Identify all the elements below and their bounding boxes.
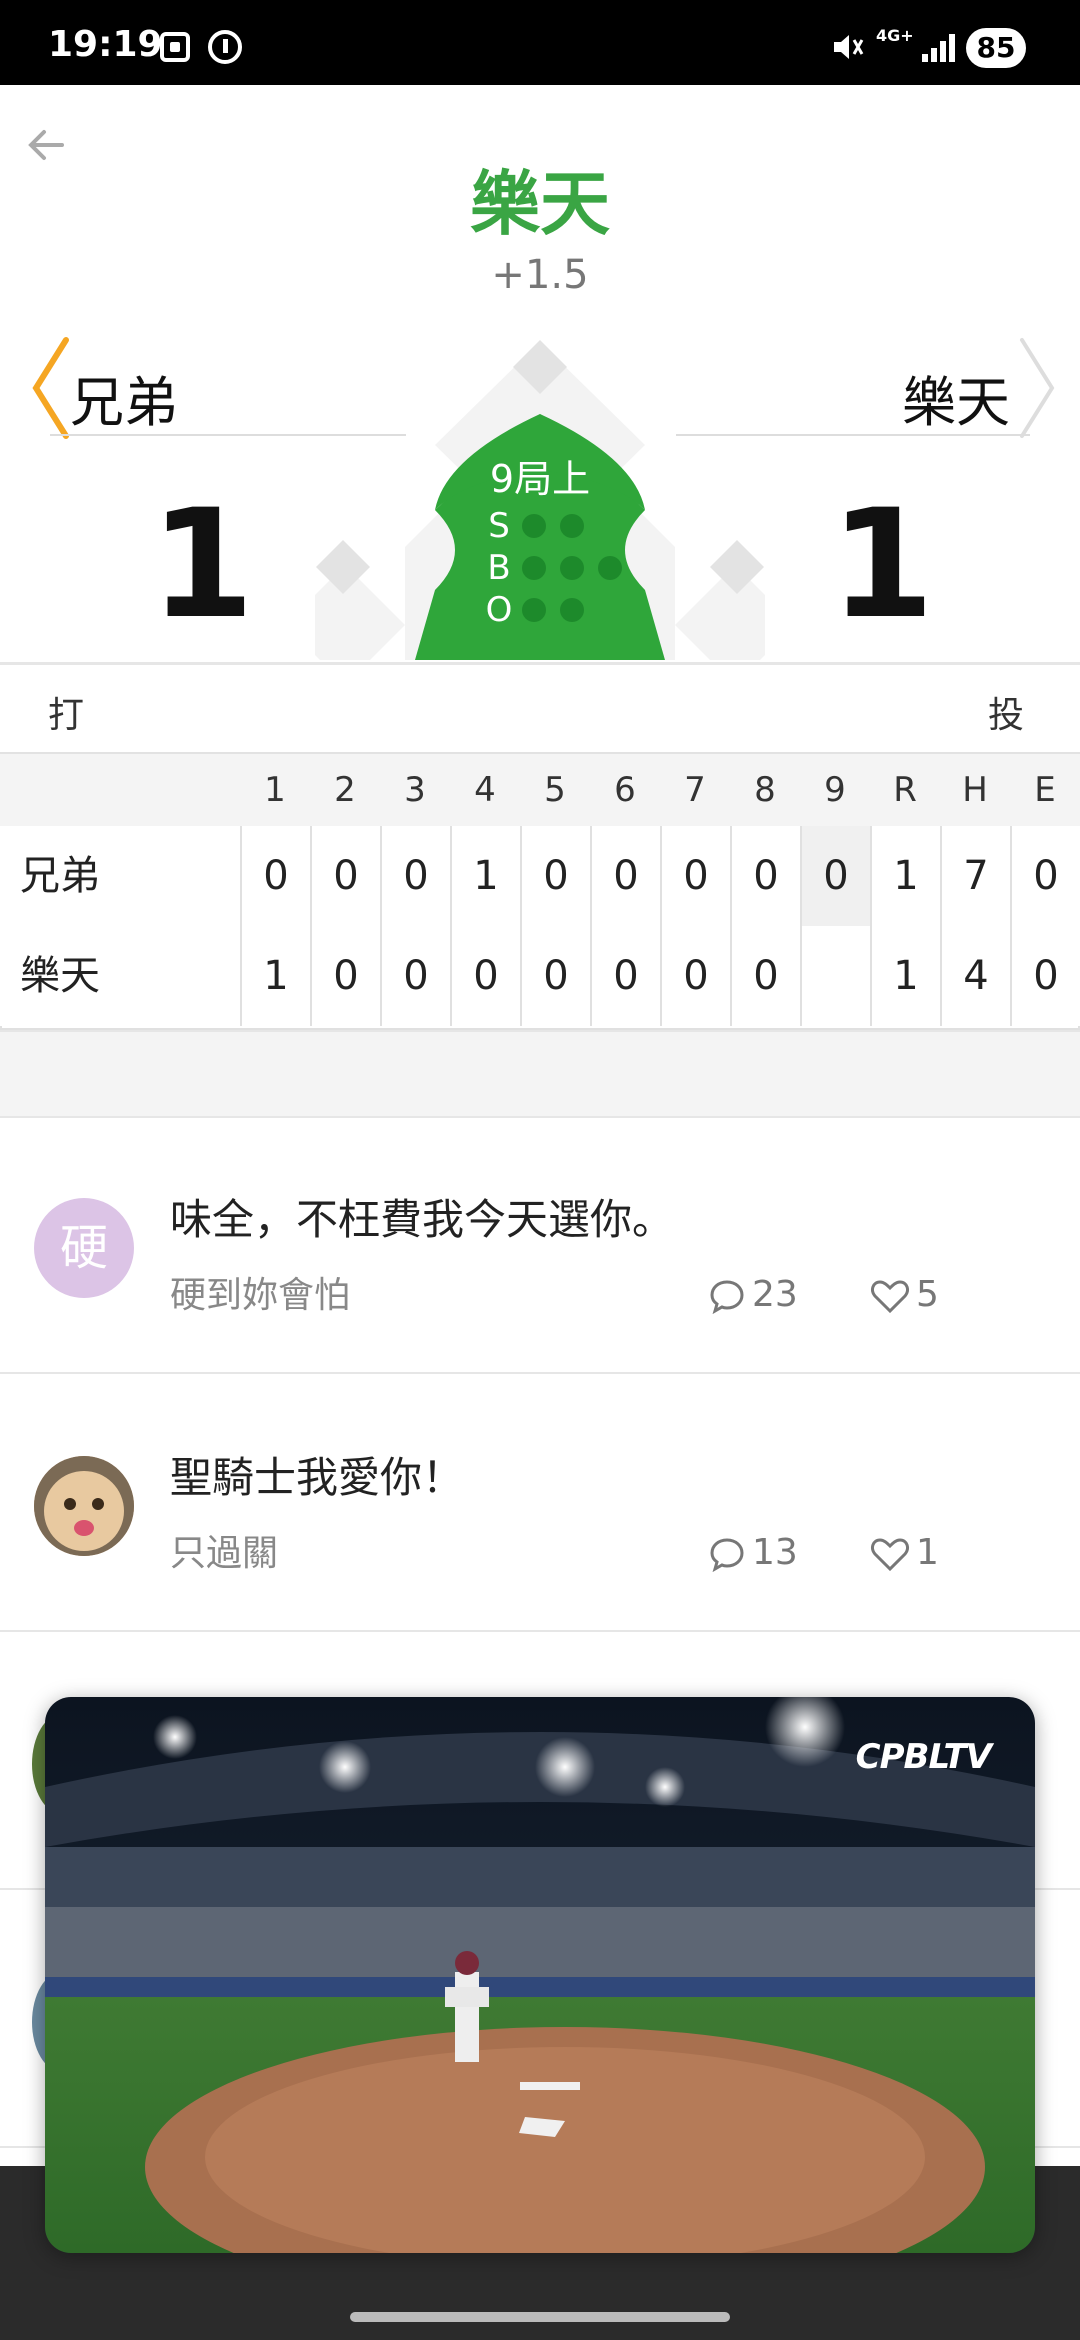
comment-count-value: 23 bbox=[752, 1274, 798, 1315]
home-team-name[interactable]: 樂天 bbox=[902, 358, 1010, 437]
pitching-label: 投 bbox=[987, 695, 1024, 736]
linescore-header-cell: 8 bbox=[754, 770, 776, 810]
linescore-cell: 4 bbox=[940, 926, 1010, 1026]
linescore-cell: 0 bbox=[310, 826, 380, 926]
linescore-header-cell: 6 bbox=[614, 770, 636, 810]
out-label: O bbox=[485, 590, 513, 630]
linescore-header-cell: 1 bbox=[264, 770, 286, 810]
linescore-cell: 0 bbox=[590, 926, 660, 1026]
comment-icon bbox=[710, 1280, 744, 1315]
heart-icon bbox=[871, 1538, 909, 1572]
linescore-cell: 0 bbox=[380, 926, 450, 1026]
linescore-cell: 0 bbox=[1010, 926, 1080, 1026]
home-indicator[interactable] bbox=[350, 2312, 730, 2322]
linescore-team: 樂天 bbox=[20, 953, 100, 999]
screenshot-icon bbox=[160, 32, 190, 62]
linescore-cell: 0 bbox=[520, 826, 590, 926]
comment-count[interactable]: 23 bbox=[708, 1274, 798, 1315]
linescore-header-cell: 4 bbox=[474, 770, 496, 810]
stadium-video-frame bbox=[45, 1697, 1035, 2253]
linescore-cell: 1 bbox=[450, 826, 520, 926]
out-dot bbox=[560, 598, 584, 622]
odds-value: +1.5 bbox=[491, 252, 589, 298]
linescore-cell: 7 bbox=[940, 826, 1010, 926]
linescore-header-cell: 2 bbox=[334, 770, 356, 810]
avatar bbox=[34, 1456, 134, 1556]
section-gap bbox=[0, 1030, 1080, 1118]
like-count[interactable]: 1 bbox=[870, 1532, 939, 1573]
linescore-cell: 0 bbox=[590, 826, 660, 926]
linescore-cell: 0 bbox=[240, 826, 310, 926]
linescore-cell: 1 bbox=[870, 826, 940, 926]
linescore-cell: 0 bbox=[380, 826, 450, 926]
linescore-header: 1 2 3 4 5 6 7 8 9 R H E bbox=[0, 752, 1080, 828]
like-count-value: 1 bbox=[916, 1532, 939, 1573]
linescore-header-cell: E bbox=[1034, 770, 1056, 810]
linescore-cell: 0 bbox=[1010, 826, 1080, 926]
linescore-row: 樂天 1 0 0 0 0 0 0 0 1 4 0 bbox=[0, 926, 1080, 1026]
away-score: 1 bbox=[150, 478, 255, 652]
linescore-team: 兄弟 bbox=[20, 853, 100, 899]
comment-count[interactable]: 13 bbox=[708, 1532, 798, 1573]
cat-avatar-icon bbox=[34, 1456, 134, 1556]
inning-label: 9局上 bbox=[489, 457, 591, 501]
comment-count-value: 13 bbox=[752, 1532, 798, 1573]
status-bar: 19:19 4G+ 85 bbox=[0, 0, 1080, 85]
away-team-name[interactable]: 兄弟 bbox=[70, 358, 178, 437]
comment-icon bbox=[710, 1538, 744, 1573]
avatar: 硬 bbox=[34, 1198, 134, 1298]
linescore-cell: 0 bbox=[520, 926, 590, 1026]
linescore-cell: 0 bbox=[660, 826, 730, 926]
linescore-cell: 0 bbox=[730, 826, 800, 926]
network-type: 4G+ bbox=[876, 26, 914, 45]
linescore-cell: 1 bbox=[870, 926, 940, 1026]
divider bbox=[0, 662, 1080, 665]
post-title[interactable]: 聖騎士我愛你！ bbox=[170, 1444, 464, 1505]
linescore-cell: 0 bbox=[310, 926, 380, 1026]
post-author: 只過關 bbox=[170, 1533, 279, 1574]
signal-icon bbox=[922, 32, 956, 62]
post-author: 硬到妳會怕 bbox=[170, 1275, 351, 1316]
linescore-cell: 0 bbox=[450, 926, 520, 1026]
post-item[interactable]: 聖騎士我愛你！ 只過關 13 1 bbox=[0, 1374, 1080, 1632]
cpbltv-logo: CPBLTV bbox=[855, 1737, 992, 1777]
ball-dot bbox=[598, 556, 622, 580]
notification-icon bbox=[208, 30, 242, 64]
home-team-arrow-icon[interactable] bbox=[1016, 336, 1060, 444]
ball-label: B bbox=[487, 548, 511, 588]
linescore-row: 兄弟 0 0 0 1 0 0 0 0 0 1 7 0 bbox=[0, 826, 1080, 926]
battery-level: 85 bbox=[966, 28, 1026, 68]
away-team-arrow-icon[interactable] bbox=[28, 336, 72, 444]
linescore-cell: 1 bbox=[240, 926, 310, 1026]
linescore-header-cell: 7 bbox=[684, 770, 706, 810]
linescore-cell: 0 bbox=[800, 826, 870, 926]
batting-label: 打 bbox=[48, 695, 85, 736]
strike-label: S bbox=[488, 506, 510, 546]
page-title: 樂天 bbox=[470, 163, 610, 245]
ball-dot bbox=[522, 556, 546, 580]
like-count-value: 5 bbox=[916, 1274, 939, 1315]
mute-icon bbox=[830, 30, 864, 72]
linescore-header-cell: 5 bbox=[544, 770, 566, 810]
linescore-cell bbox=[800, 926, 870, 1026]
ball-dot bbox=[560, 556, 584, 580]
post-title[interactable]: 味全，不枉費我今天選你。 bbox=[170, 1186, 674, 1247]
strike-dot bbox=[560, 514, 584, 538]
like-count[interactable]: 5 bbox=[870, 1274, 939, 1315]
linescore-header-cell: R bbox=[893, 770, 917, 810]
linescore-cell: 0 bbox=[730, 926, 800, 1026]
home-score: 1 bbox=[830, 478, 935, 652]
post-item[interactable]: 硬 味全，不枉費我今天選你。 硬到妳會怕 23 5 bbox=[0, 1116, 1080, 1374]
heart-icon bbox=[871, 1280, 909, 1314]
linescore-cell: 0 bbox=[660, 926, 730, 1026]
video-player[interactable]: CPBLTV bbox=[45, 1697, 1035, 2253]
linescore-header-cell: 3 bbox=[404, 770, 426, 810]
status-time: 19:19 bbox=[48, 24, 163, 65]
strike-dot bbox=[522, 514, 546, 538]
out-dot bbox=[522, 598, 546, 622]
linescore-header-cell: H bbox=[962, 770, 988, 810]
linescore-header-cell: 9 bbox=[824, 770, 846, 810]
